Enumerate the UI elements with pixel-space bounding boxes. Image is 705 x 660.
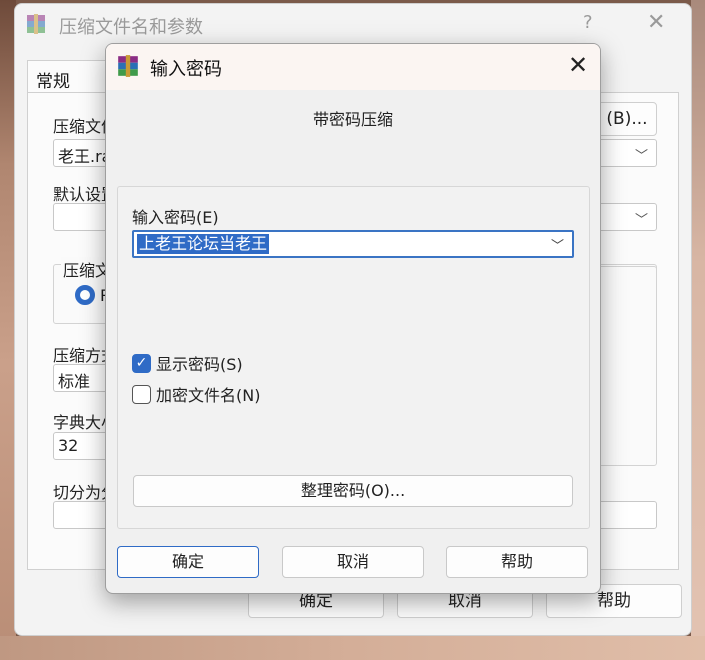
archive-window-title: 压缩文件名和参数 bbox=[59, 17, 203, 38]
encrypt-filenames-label: 加密文件名(N) bbox=[156, 386, 261, 405]
dialog-heading: 带密码压缩 bbox=[312, 110, 393, 129]
password-label: 输入密码(E) bbox=[132, 208, 219, 227]
cancel-button-label: 取消 bbox=[448, 591, 482, 611]
password-input[interactable]: 上老王论坛当老王 ﹀ bbox=[132, 230, 574, 258]
password-dialog-title: 输入密码 bbox=[150, 59, 222, 80]
organize-passwords-button[interactable]: 整理密码(O)... bbox=[133, 475, 573, 507]
dialog-cancel-button[interactable]: 取消 bbox=[282, 546, 424, 578]
password-dialog-titlebar: 输入密码 ✕ bbox=[106, 44, 600, 90]
chevron-down-icon[interactable]: ﹀ bbox=[551, 235, 564, 254]
browse-button-label: (B)... bbox=[606, 109, 648, 129]
checkbox-empty-icon bbox=[132, 384, 151, 404]
password-value: 上老王论坛当老王 bbox=[137, 234, 270, 254]
organize-passwords-label: 整理密码(O)... bbox=[300, 481, 406, 500]
method-value: 标准 bbox=[58, 372, 91, 391]
dialog-help-button[interactable]: 帮助 bbox=[446, 546, 588, 578]
password-dialog: 输入密码 ✕ 带密码压缩 输入密码(E) 上老王论坛当老王 ﹀ ✓ 显示密码(S… bbox=[105, 43, 601, 594]
checkmark-icon: ✓ bbox=[132, 353, 151, 373]
dialog-ok-button[interactable]: 确定 bbox=[117, 546, 259, 578]
chevron-down-icon: ﹀ bbox=[634, 149, 648, 164]
archive-window-titlebar: 压缩文件名和参数 ? ✕ bbox=[15, 4, 691, 44]
close-icon[interactable]: ✕ bbox=[564, 51, 592, 81]
winrar-icon bbox=[27, 14, 45, 34]
close-icon[interactable]: ✕ bbox=[647, 10, 665, 35]
tab-general[interactable]: 常规 bbox=[27, 60, 107, 93]
browse-button[interactable]: (B)... bbox=[597, 102, 657, 136]
dialog-cancel-label: 取消 bbox=[336, 552, 369, 571]
dictionary-value: 32 bbox=[58, 436, 79, 455]
winrar-icon bbox=[118, 55, 138, 77]
desktop-wallpaper-bottom bbox=[0, 636, 705, 660]
show-password-checkbox[interactable]: ✓ 显示密码(S) bbox=[132, 352, 243, 374]
dialog-ok-label: 确定 bbox=[171, 552, 204, 571]
help-icon[interactable]: ? bbox=[583, 12, 593, 33]
ok-button-label: 确定 bbox=[299, 591, 333, 611]
archive-name-value: 老王.ra bbox=[58, 147, 112, 166]
dialog-help-label: 帮助 bbox=[500, 552, 533, 571]
encrypt-filenames-checkbox[interactable]: 加密文件名(N) bbox=[132, 383, 260, 405]
chevron-down-icon: ﹀ bbox=[634, 213, 648, 228]
show-password-label: 显示密码(S) bbox=[156, 355, 243, 374]
radio-icon bbox=[75, 285, 95, 305]
desktop-wallpaper-right bbox=[691, 0, 705, 660]
help-button-label: 帮助 bbox=[597, 591, 631, 611]
